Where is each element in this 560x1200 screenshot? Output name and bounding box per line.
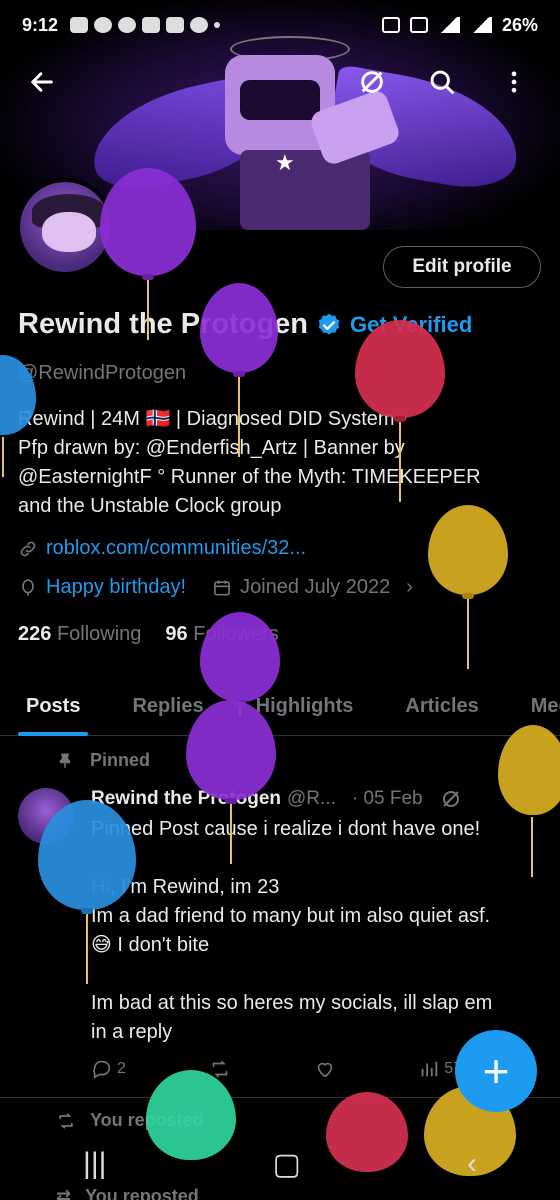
following-label: Following bbox=[56, 623, 142, 645]
pin-icon bbox=[59, 753, 71, 768]
mute-icon bbox=[409, 17, 428, 33]
banner-character-visor bbox=[240, 80, 320, 120]
pinned-indicator: Pinned bbox=[56, 750, 150, 771]
calendar-icon bbox=[214, 580, 230, 595]
tweet-date[interactable]: · 05 Feb bbox=[352, 788, 423, 810]
search-icon bbox=[430, 70, 454, 94]
tweet-author-handle[interactable]: @R... bbox=[287, 788, 336, 810]
back-nav-icon[interactable]: ‹ bbox=[467, 1147, 477, 1181]
edit-profile-button[interactable]: Edit profile bbox=[383, 246, 541, 288]
tweet-text[interactable]: Pinned Post cause i realize i dont have … bbox=[91, 815, 541, 1047]
threads-icon bbox=[94, 17, 113, 33]
notification-icons bbox=[70, 17, 221, 33]
profile-handle: @RewindProtogen bbox=[18, 362, 187, 384]
reply-icon bbox=[93, 1060, 111, 1079]
following-link[interactable]: 226 Following bbox=[18, 623, 141, 646]
discord-icon bbox=[166, 17, 185, 33]
tab-posts[interactable]: Posts bbox=[0, 676, 106, 736]
status-right: 26% bbox=[381, 14, 538, 36]
status-bar: 9:12 26% bbox=[0, 0, 560, 50]
discord-icon bbox=[70, 17, 89, 33]
joined-date: Joined July 2022 bbox=[240, 576, 391, 598]
profile-meta-row: Happy birthday! Joined July 2022 › bbox=[18, 576, 413, 599]
tweet-actions: 2 576 bbox=[91, 1058, 471, 1080]
tweet-line: Hi, I'm Rewind, im 23 bbox=[91, 873, 541, 902]
link-icon bbox=[20, 541, 36, 556]
tweet-line-rest: , I'm Rewind, im 23 bbox=[109, 876, 280, 898]
pinned-label: Pinned bbox=[90, 750, 151, 770]
back-button[interactable] bbox=[20, 60, 64, 104]
bio-line: Rewind | 24M 🇳🇴 | Diagnosed DID System • bbox=[18, 408, 408, 430]
chevron-right-icon[interactable]: › bbox=[406, 576, 413, 599]
messenger-icon bbox=[190, 17, 209, 33]
signal-icon bbox=[469, 17, 492, 33]
nfc-icon bbox=[381, 17, 400, 33]
tab-articles[interactable]: Articles bbox=[379, 676, 504, 736]
analytics-icon bbox=[421, 1061, 438, 1077]
birthday-link[interactable]: Happy birthday! bbox=[46, 576, 186, 599]
tweet-line: Im a dad friend to many but im also quie… bbox=[91, 905, 491, 927]
grok-slash-icon bbox=[361, 71, 383, 93]
grok-slash-icon[interactable] bbox=[439, 787, 463, 811]
tweet-line: 😅 I don't bite bbox=[91, 934, 210, 956]
battery-level: 26% bbox=[501, 14, 538, 35]
tweet-header: Rewind the Protogen @R... · 05 Feb bbox=[91, 787, 463, 811]
wifi-icon bbox=[437, 17, 460, 33]
profile-link[interactable]: roblox.com/communities/32... bbox=[46, 537, 306, 560]
plus-icon: + bbox=[482, 1045, 510, 1097]
avatar-face bbox=[42, 212, 96, 252]
followers-count: 96 bbox=[165, 623, 188, 645]
banner-star: ★ bbox=[275, 150, 295, 175]
android-nav-bar: ||| ▢ ‹ bbox=[0, 1138, 560, 1190]
status-time: 9:12 bbox=[22, 14, 59, 35]
banner-character-body bbox=[240, 150, 370, 230]
search-button[interactable] bbox=[420, 60, 464, 104]
reply-button[interactable]: 2 bbox=[91, 1058, 126, 1080]
arrow-left-icon bbox=[31, 72, 53, 92]
profile-link-row[interactable]: roblox.com/communities/32... bbox=[18, 537, 306, 560]
grok-button[interactable] bbox=[350, 60, 394, 104]
home-icon[interactable]: ▢ bbox=[273, 1147, 301, 1182]
repost-icon bbox=[59, 1113, 73, 1128]
tweet-line: Pinned Post cause i realize i dont have … bbox=[91, 818, 481, 840]
profile-bio: Rewind | 24M 🇳🇴 | Diagnosed DID System •… bbox=[18, 405, 538, 521]
balloon-icon bbox=[22, 578, 34, 596]
reply-count: 2 bbox=[117, 1060, 126, 1077]
tweet-line: Im bad at this so heres my socials, ill … bbox=[91, 992, 493, 1014]
more-vertical-icon bbox=[511, 71, 517, 93]
heart-icon bbox=[317, 1062, 332, 1078]
snapchat-icon bbox=[118, 17, 137, 33]
following-count: 226 bbox=[18, 623, 52, 645]
profile-tabs: Posts Replies Highlights Articles Media bbox=[0, 676, 560, 736]
recent-apps-icon[interactable]: ||| bbox=[83, 1147, 106, 1181]
more-button[interactable] bbox=[492, 60, 536, 104]
like-button[interactable] bbox=[314, 1058, 336, 1080]
bio-line[interactable]: Pfp drawn by: @Enderfish_Artz | Banner b… bbox=[18, 434, 538, 463]
verified-badge-icon[interactable] bbox=[316, 312, 342, 338]
bio-line[interactable]: @EasternightF ° Runner of the Myth: TIME… bbox=[18, 463, 538, 492]
more-notifications-icon bbox=[214, 22, 221, 28]
discord-icon bbox=[142, 17, 161, 33]
compose-button[interactable]: + bbox=[455, 1030, 537, 1112]
